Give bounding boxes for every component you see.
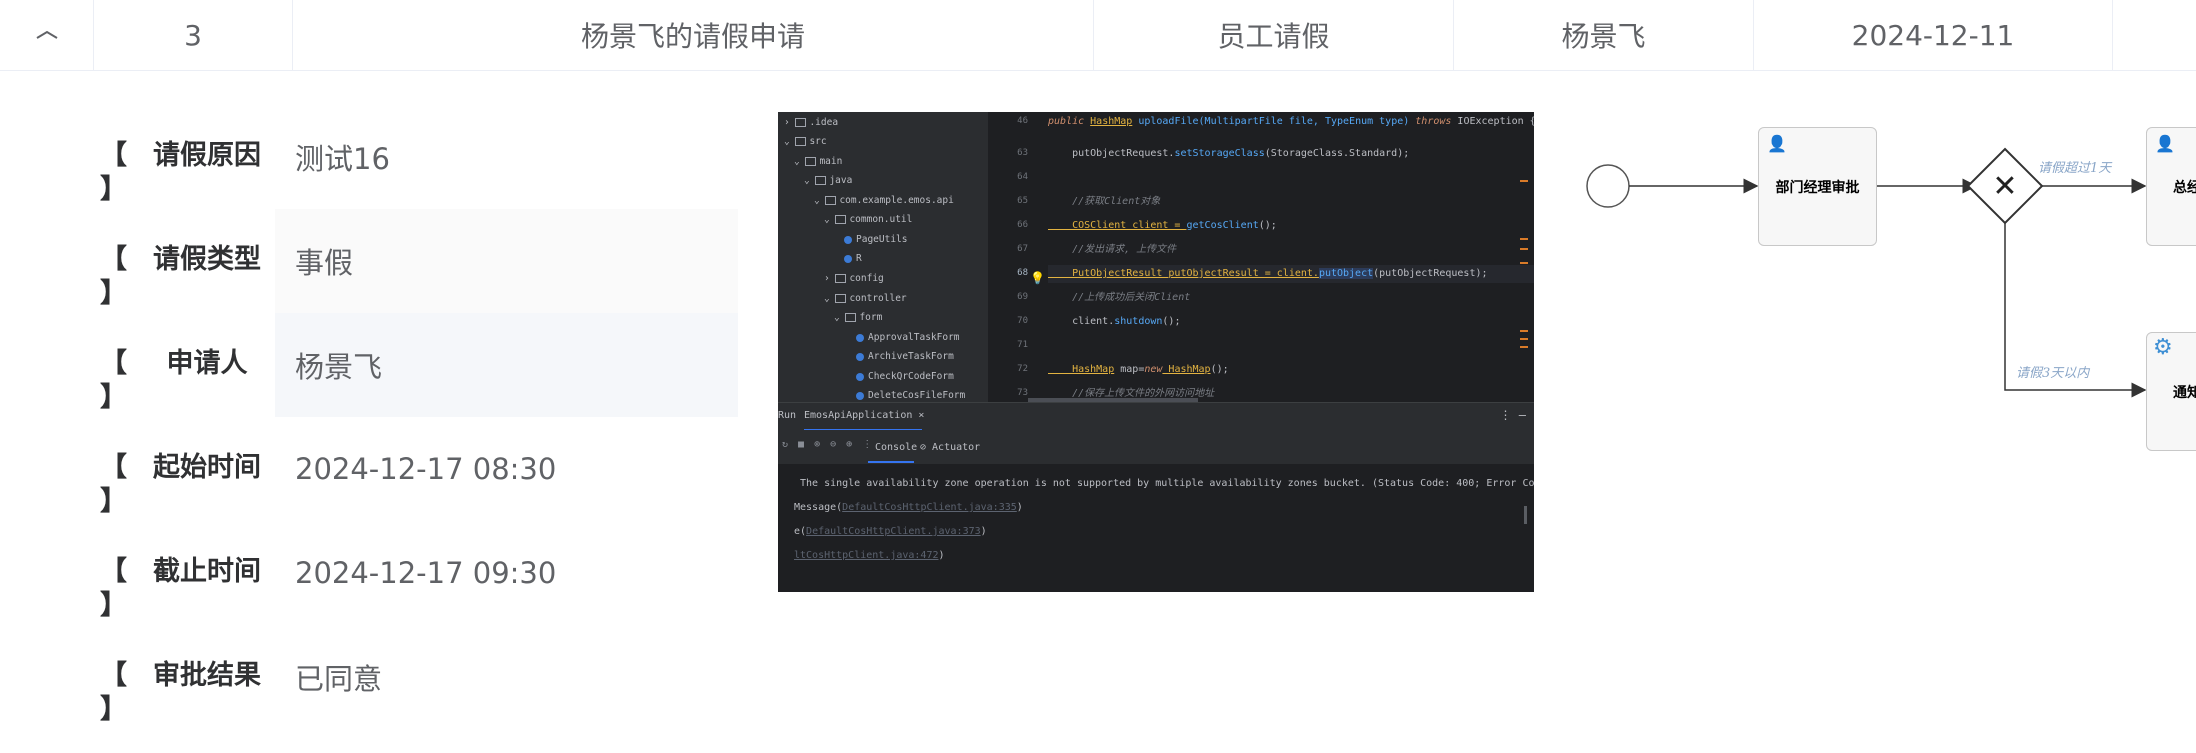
detail-label: 【 请假原因 】: [100, 105, 275, 209]
tree-item: › .idea: [784, 117, 839, 128]
class-icon: [856, 391, 864, 400]
run-tab[interactable]: EmosApiApplication ×: [804, 410, 924, 421]
detail-value: 已同意: [295, 662, 383, 696]
user-icon: 👤: [2155, 134, 2175, 153]
run-toolbar: Run EmosApiApplication × ⋮ —: [778, 402, 1534, 431]
class-icon: [856, 372, 864, 381]
detail-label: 【 截止时间 】: [100, 521, 275, 625]
ide-screenshot-attachment[interactable]: › .idea ⌄ src ⌄ main ⌄ java ⌄ com.exampl…: [778, 112, 1534, 592]
start-event: [1586, 164, 1630, 208]
class-icon: [844, 254, 852, 263]
user-icon: 👤: [1767, 134, 1787, 153]
folder-icon: [825, 196, 837, 205]
folder-icon: [835, 215, 847, 224]
detail-reason: 【 请假原因 】 测试16: [100, 105, 740, 209]
tree-item: ArchiveTaskForm: [856, 348, 954, 366]
tree-item: R: [844, 250, 862, 268]
label-text: 截止时间: [153, 556, 261, 587]
tree-item: ⌄ common.util: [824, 214, 913, 225]
panel-options[interactable]: ⋮ —: [1500, 408, 1526, 422]
label-text: 请假类型: [153, 244, 261, 275]
console-output: The single availability zone operation i…: [778, 464, 1534, 592]
code-editor[interactable]: public HashMap uploadFile(MultipartFile …: [1048, 112, 1534, 402]
row-date: 2024-12-11: [1754, 0, 2113, 70]
chevron-collapse-icon[interactable]: [35, 28, 59, 42]
expand-toggle[interactable]: [0, 0, 94, 70]
flow-label-within-3-days: 请假3天以内: [2016, 366, 2090, 381]
detail-end-time: 【 截止时间 】 2024-12-17 09:30: [100, 521, 740, 625]
detail-value: 杨景飞: [275, 313, 738, 417]
tree-item: ⌄ com.example.emos.api: [814, 195, 954, 206]
class-icon: [856, 352, 864, 361]
row-title: 杨景飞的请假申请: [293, 0, 1094, 70]
task-label: 总经: [2173, 179, 2196, 196]
folder-icon: [845, 313, 857, 322]
tree-item: ⌄ controller: [824, 293, 907, 304]
tree-item: ⌄ src: [784, 136, 827, 147]
tree-item: ⌄ java: [804, 175, 853, 186]
tree-item: ⌄ main: [794, 156, 843, 167]
detail-label: 【 申请人 】: [100, 313, 275, 417]
flow-label-over-1-day: 请假超过1天: [2038, 161, 2112, 176]
tree-item: ⌄ form: [834, 312, 883, 323]
table-row[interactable]: 3 杨景飞的请假申请 员工请假 杨景飞 2024-12-11: [0, 0, 2196, 71]
folder-icon: [815, 176, 827, 185]
task-label: 通知: [2173, 384, 2196, 401]
detail-value: 测试16: [295, 142, 390, 176]
detail-value: 2024-12-17 09:30: [295, 556, 557, 590]
bracket-close: 】: [100, 694, 127, 725]
row-applicant: 杨景飞: [1454, 0, 1754, 70]
detail-type: 【 请假类型 】 事假: [100, 209, 740, 313]
class-icon: [856, 333, 864, 342]
bracket-close: 】: [100, 486, 127, 517]
row-extra-cell: [2113, 0, 2196, 70]
tree-item: CheckQrCodeForm: [856, 368, 954, 386]
lightbulb-icon[interactable]: 💡: [1030, 271, 1045, 285]
console-toolbar: ↻ ■ ⊚ ⊖ ⊕ ⋮ Console ⊘ Actuator: [778, 430, 1534, 464]
bracket-close: 】: [100, 590, 127, 621]
tree-item: PageUtils: [844, 231, 907, 249]
run-label: Run: [778, 410, 797, 421]
tree-item: › config: [824, 273, 884, 284]
task-notify[interactable]: ⚙ 通知: [2146, 332, 2196, 451]
label-text: 审批结果: [153, 660, 261, 691]
project-tree: › .idea ⌄ src ⌄ main ⌄ java ⌄ com.exampl…: [778, 112, 988, 402]
detail-label: 【 审批结果 】: [100, 625, 275, 729]
folder-icon: [795, 137, 807, 146]
line-gutter: 46 63 64 65 66 67 68 69 70 71 72 73 💡: [988, 112, 1048, 402]
folder-icon: [835, 274, 847, 283]
label-text: 起始时间: [153, 452, 261, 483]
detail-label: 【 请假类型 】: [100, 209, 275, 313]
workflow-diagram: ✕ 👤 部门经理审批 👤 总经 ⚙ 通知 请假超过1天 请假3天以内: [1560, 100, 2196, 500]
leave-details: 【 请假原因 】 测试16 【 请假类型 】 事假 【 申请人 】 杨景飞 【 …: [100, 105, 740, 729]
detail-value: 事假: [275, 209, 738, 313]
folder-icon: [805, 157, 817, 166]
row-index: 3: [94, 0, 293, 70]
task-general-manager[interactable]: 👤 总经: [2146, 127, 2196, 246]
gear-icon: ⚙: [2153, 335, 2173, 360]
tab-actuator[interactable]: ⊘ Actuator: [920, 442, 980, 453]
label-text: 请假原因: [153, 140, 261, 171]
bracket-close: 】: [100, 278, 127, 309]
task-label: 部门经理审批: [1775, 179, 1860, 196]
gateway-mark: ✕: [1992, 169, 2017, 204]
tab-console[interactable]: Console: [875, 442, 917, 453]
bracket-close: 】: [100, 174, 127, 205]
folder-icon: [795, 118, 807, 127]
tree-item: ApprovalTaskForm: [856, 329, 960, 347]
console-tool-icons[interactable]: ↻ ■ ⊚ ⊖ ⊕ ⋮: [782, 439, 874, 450]
detail-value: 2024-12-17 08:30: [295, 452, 557, 486]
task-dept-manager-approval[interactable]: 👤 部门经理审批: [1758, 127, 1877, 246]
detail-start-time: 【 起始时间 】 2024-12-17 08:30: [100, 417, 740, 521]
bracket-close: 】: [100, 382, 127, 413]
class-icon: [844, 235, 852, 244]
row-type: 员工请假: [1094, 0, 1454, 70]
folder-icon: [835, 294, 847, 303]
detail-result: 【 审批结果 】 已同意: [100, 625, 740, 729]
detail-label: 【 起始时间 】: [100, 417, 275, 521]
label-text: 申请人: [166, 348, 248, 379]
detail-applicant: 【 申请人 】 杨景飞: [100, 313, 740, 417]
